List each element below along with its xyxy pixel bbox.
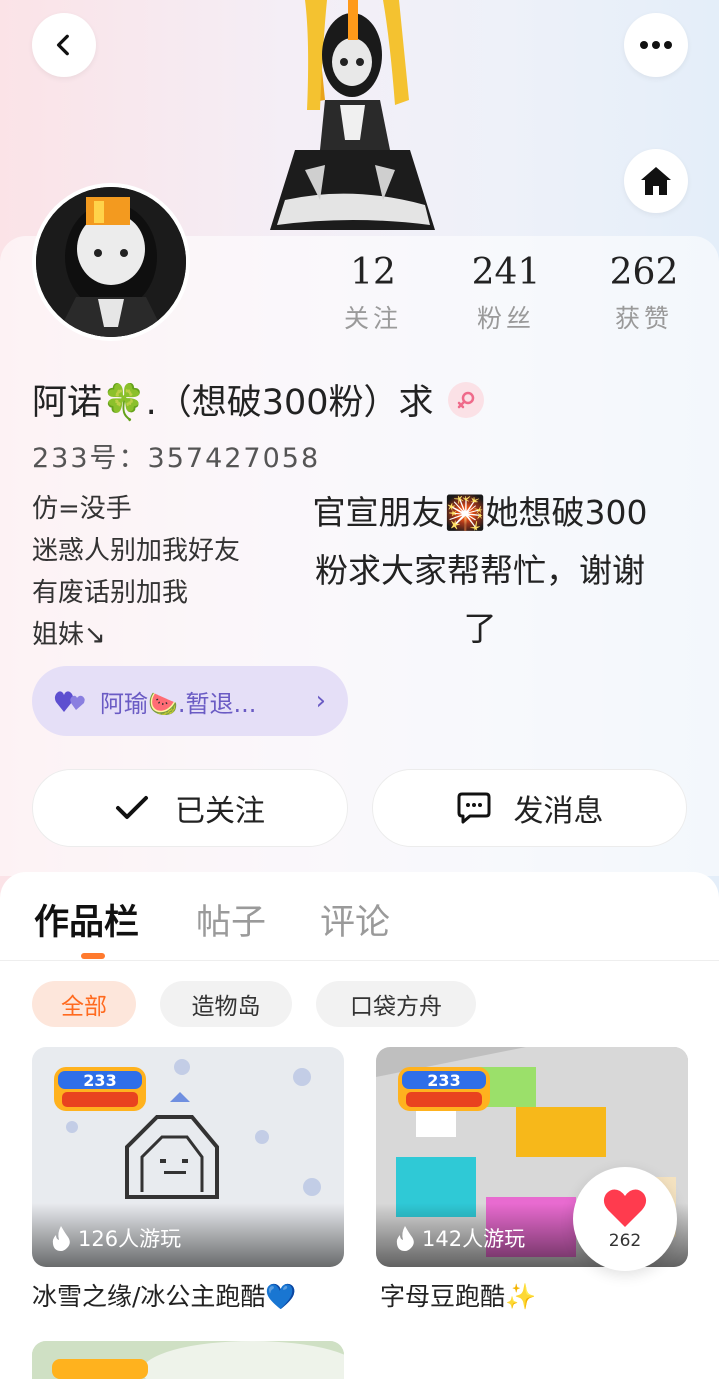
fans-count: 241 [471,252,541,293]
likes-label: 获赞 [614,304,673,333]
nickname: 阿诺🍀.（想破300粉）求 [32,383,434,423]
followed-label: 已关注 [175,794,265,829]
followed-button[interactable]: 已关注 [32,769,348,847]
heart-icon [603,1189,647,1227]
check-icon [116,796,148,819]
chevron-right-icon: › [315,686,326,716]
stat-likes[interactable]: 262 获赞 [584,252,704,335]
home-button[interactable] [624,149,688,213]
avatar[interactable] [32,183,190,341]
flame-icon [52,1226,70,1251]
message-button[interactable]: 发消息 [372,769,687,847]
play-count: 126人游玩 [50,1223,181,1253]
like-button[interactable]: 262 [573,1167,677,1271]
tabs-divider [0,960,719,961]
more-horizontal-icon [640,41,672,49]
friend-pill[interactable]: 阿瑜🍉.暂退... › [32,666,348,736]
filter-all[interactable]: 全部 [32,981,136,1027]
tab-works[interactable]: 作品栏 [34,894,139,945]
flame-icon [396,1226,414,1251]
following-label: 关注 [343,304,402,333]
bio-line: 姐妹↘ [32,620,106,650]
announcement-note: 官宣朋友🎇她想破300粉求大家帮帮忙，谢谢了 [312,493,648,648]
message-label: 发消息 [513,794,604,829]
friend-pill-label: 阿瑜🍉.暂退... [100,689,257,718]
nickname-row: 阿诺🍀.（想破300粉）求 [32,374,484,425]
play-count-text: 126人游玩 [78,1227,182,1251]
work-title[interactable]: 字母豆跑酷✨ [380,1277,536,1313]
svg-text:233: 233 [427,1071,460,1090]
svg-text:233: 233 [83,1071,116,1090]
home-icon [641,167,671,195]
back-button[interactable] [32,13,96,77]
233-creation-island-badge: 233 [398,1067,490,1111]
chevron-left-icon [56,34,69,56]
hearts-icon [54,691,85,712]
avatar-image [36,187,186,337]
filter-pocket-ark[interactable]: 口袋方舟 [316,981,476,1027]
fans-label: 粉丝 [476,304,535,333]
user-id[interactable]: 233号：357427058 [32,436,320,475]
work-title[interactable]: 冰雪之缘/冰公主跑酷💙 [32,1277,297,1313]
cover-character-image [270,0,435,230]
233-creation-island-badge: 233 [54,1067,146,1111]
play-count: 142人游玩 [394,1223,525,1253]
work-card[interactable]: 233 126人游玩 [32,1047,344,1267]
bio: 仿=没手 迷惑人别加我好友 有废话别加我 姐妹↘ [32,488,240,656]
tab-comments[interactable]: 评论 [320,894,390,945]
work-thumbnail [32,1341,344,1379]
like-count: 262 [608,1231,642,1251]
bio-line: 迷惑人别加我好友 [32,536,241,566]
work-card-partial[interactable] [32,1341,344,1379]
filter-creation-island[interactable]: 造物岛 [160,981,292,1027]
bio-line: 仿=没手 [32,494,132,524]
likes-count: 262 [609,252,679,293]
active-tab-indicator [81,953,105,959]
chat-bubble-icon [457,792,490,824]
stat-following[interactable]: 12 关注 [313,252,433,335]
tab-posts[interactable]: 帖子 [196,894,266,945]
bio-line: 有废话别加我 [32,578,189,608]
play-count-text: 142人游玩 [422,1227,526,1251]
stat-fans[interactable]: 241 粉丝 [446,252,566,335]
following-count: 12 [350,252,396,293]
female-gender-icon [447,381,484,418]
more-button[interactable] [624,13,688,77]
